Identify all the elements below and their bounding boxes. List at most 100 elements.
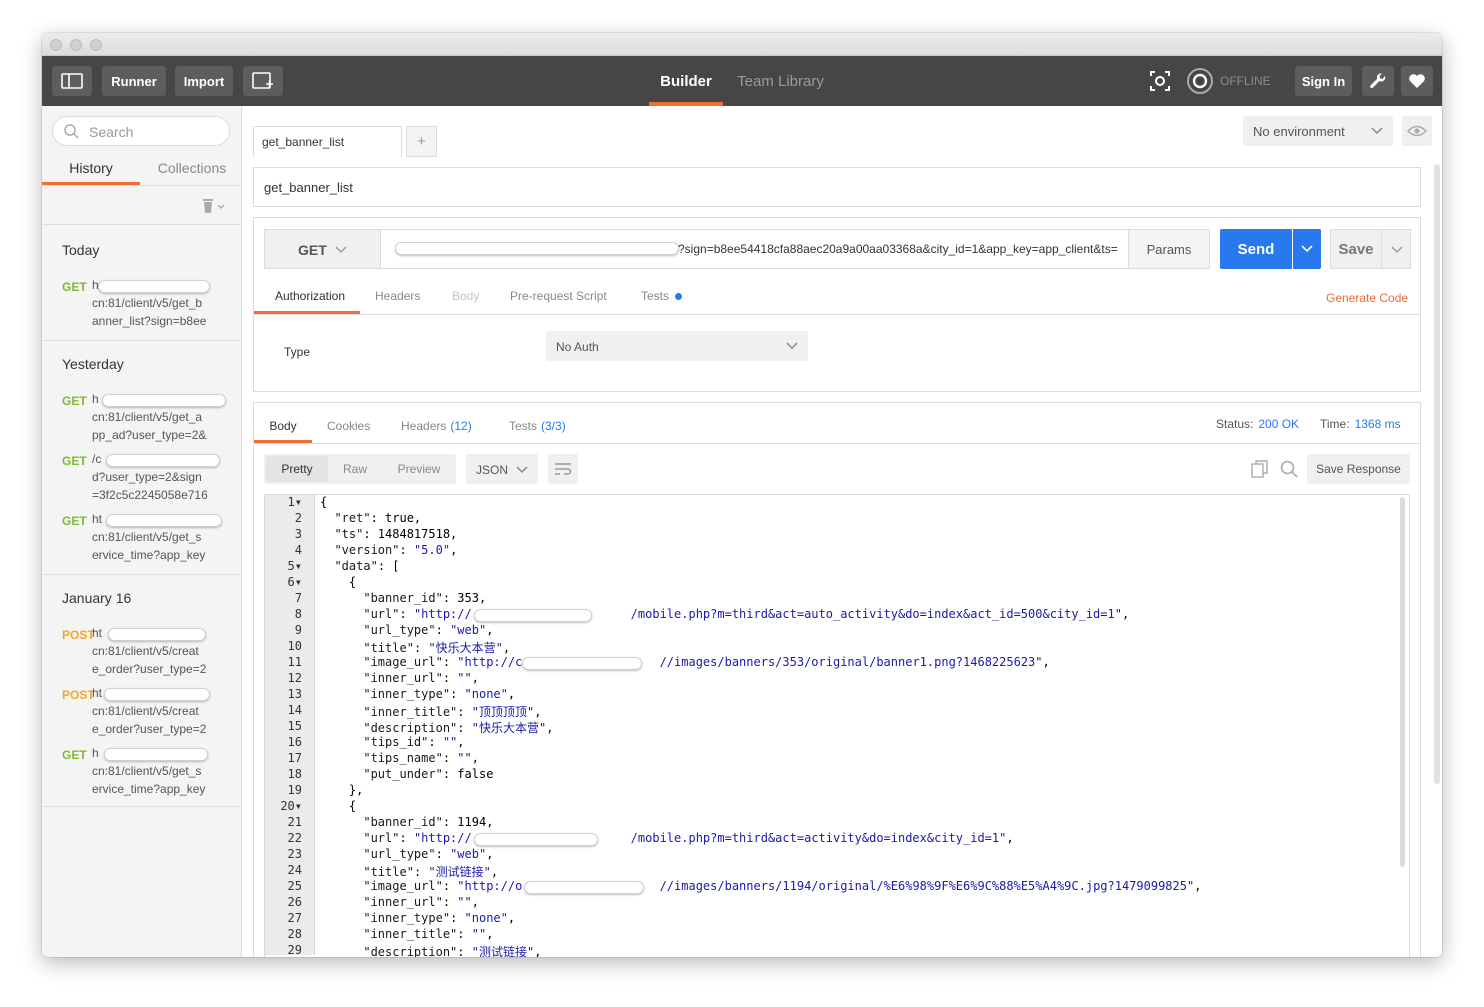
auth-type-select[interactable]: No Auth <box>546 331 808 361</box>
tab-pre-request-script[interactable]: Pre-request Script <box>510 281 607 311</box>
history-item[interactable]: GET ht cn:81/client/v5/get_s ervice_time?a… <box>62 510 237 566</box>
chevron-down-icon <box>1391 246 1403 254</box>
tab-tests[interactable]: Tests <box>641 281 683 311</box>
runner-button[interactable]: Runner <box>102 66 166 96</box>
raw-button[interactable]: Raw <box>330 456 380 482</box>
code-line: "url_type": "web", <box>363 623 494 637</box>
interceptor-button[interactable] <box>1147 68 1173 94</box>
method-badge: GET <box>62 748 87 762</box>
line-number: 12 <box>287 671 302 685</box>
tab-team-library[interactable]: Team Library <box>732 56 829 106</box>
tab-builder[interactable]: Builder <box>649 56 723 106</box>
search-response-button[interactable] <box>1277 456 1301 482</box>
generate-code-link[interactable]: Generate Code <box>1326 283 1408 313</box>
divider <box>42 224 242 225</box>
environment-select[interactable]: No environment <box>1243 116 1393 146</box>
redaction-mark <box>102 394 226 407</box>
sign-in-button[interactable]: Sign In <box>1295 66 1352 96</box>
time-value: 1368 ms <box>1354 417 1401 431</box>
params-button[interactable]: Params <box>1128 229 1210 269</box>
method-badge: GET <box>62 514 87 528</box>
line-number: 3 <box>294 527 302 541</box>
tab-response-headers[interactable]: Headers (12) <box>401 411 472 441</box>
code-scrollbar[interactable] <box>1400 497 1405 867</box>
sync-icon <box>1187 68 1213 94</box>
response-code-viewer[interactable]: 1▾ 2 3 4 5▾ 6▾ 7 8 9 10 11 12 13 14 15 16 1… <box>264 494 1410 957</box>
code-line: "inner_title": "", <box>363 927 494 941</box>
redaction-mark <box>106 514 222 527</box>
tab-cookies[interactable]: Cookies <box>327 411 370 441</box>
format-select[interactable]: JSON <box>466 454 538 484</box>
send-options-button[interactable] <box>1293 229 1321 269</box>
builder-label: Builder <box>660 72 712 90</box>
add-tab-button[interactable]: + <box>406 126 437 157</box>
code-line: "inner_url": "", <box>363 671 479 685</box>
line-number: 23 <box>287 847 302 861</box>
history-item[interactable]: GET h cn:81/client/v5/get_b anner_list?sig… <box>62 276 237 332</box>
import-button[interactable]: Import <box>175 66 233 96</box>
request-name-field[interactable]: get_banner_list <box>253 167 1421 207</box>
main-scrollbar[interactable] <box>1434 164 1440 784</box>
tab-headers[interactable]: Headers <box>375 281 420 311</box>
sidebar-toggle-button[interactable] <box>52 66 92 96</box>
save-options-button[interactable] <box>1381 229 1411 269</box>
search-field[interactable]: Search <box>52 116 230 146</box>
status-display: Status: 200 OK <box>1216 409 1299 439</box>
tab-test-results[interactable]: Tests (3/3) <box>509 411 566 441</box>
pretty-button[interactable]: Pretty <box>266 456 328 482</box>
method-select[interactable]: GET <box>264 229 382 269</box>
wrap-icon <box>555 463 572 475</box>
divider <box>254 314 1420 315</box>
history-day: Yesterday <box>62 356 124 372</box>
redaction-mark <box>395 242 679 255</box>
status-label: Status: <box>1216 417 1254 431</box>
new-window-button[interactable] <box>243 66 283 96</box>
line-number-gutter: 1▾ 2 3 4 5▾ 6▾ 7 8 9 10 11 12 13 14 15 16 1… <box>265 495 315 957</box>
line-number: 17 <box>287 751 302 765</box>
line-number: 14 <box>287 703 302 717</box>
history-item[interactable]: GET h cn:81/client/v5/get_s ervice_time?ap… <box>62 744 237 800</box>
code-line: "data": [ <box>334 559 400 573</box>
line-number: 1▾ <box>287 495 302 509</box>
code-line: "description": "快乐大本营", <box>363 721 554 735</box>
code-line: { <box>320 575 357 589</box>
history-item[interactable]: POST ht cn:81/client/v5/creat e_order?user… <box>62 624 237 680</box>
send-button[interactable]: Send <box>1220 229 1292 269</box>
settings-button[interactable] <box>1362 66 1394 96</box>
code-line: "url_type": "web", <box>363 847 494 861</box>
chevron-down-icon <box>786 342 798 350</box>
save-button[interactable]: Save <box>1330 229 1382 269</box>
line-number: 8 <box>294 607 302 621</box>
preview-button[interactable]: Preview <box>384 456 454 482</box>
divider <box>42 806 242 807</box>
close-window-button[interactable] <box>50 39 62 51</box>
url-input[interactable]: ?sign=b8ee54418cfa88aec20a9a00aa03368a&c… <box>380 229 1210 269</box>
history-item[interactable]: POST ht cn:81/client/v5/creat e_order?user… <box>62 684 237 740</box>
line-number: 9 <box>294 623 302 637</box>
code-line: }, <box>320 783 364 797</box>
zoom-window-button[interactable] <box>90 39 102 51</box>
favorite-button[interactable] <box>1401 66 1433 96</box>
tab-authorization[interactable]: Authorization <box>260 281 360 311</box>
redaction-mark <box>522 657 642 670</box>
clear-history-button[interactable] <box>199 196 229 216</box>
tab-collections[interactable]: Collections <box>142 150 242 186</box>
method-badge: GET <box>62 394 87 408</box>
tab-response-body[interactable]: Body <box>260 411 306 441</box>
history-day: January 16 <box>62 590 132 606</box>
redaction-mark <box>104 688 210 701</box>
sync-status-button[interactable] <box>1186 67 1214 95</box>
request-tab[interactable]: get_banner_list <box>253 126 402 157</box>
method-badge: GET <box>62 280 87 294</box>
minimize-window-button[interactable] <box>70 39 82 51</box>
copy-response-button[interactable] <box>1248 456 1272 482</box>
environment-quick-look-button[interactable] <box>1402 116 1432 146</box>
history-item[interactable]: GET h cn:81/client/v5/get_a pp_ad?user_typ… <box>62 390 237 446</box>
divider <box>42 340 242 341</box>
wrap-lines-button[interactable] <box>548 454 578 484</box>
chevron-down-icon <box>1301 245 1313 253</box>
save-response-button[interactable]: Save Response <box>1307 454 1410 484</box>
request-builder: get_banner_list + No environment get_ban… <box>243 106 1442 957</box>
tab-history[interactable]: History <box>42 150 140 186</box>
history-item[interactable]: GET /c d?user_type=2&sign =3f2c5c2245058e7… <box>62 450 237 506</box>
